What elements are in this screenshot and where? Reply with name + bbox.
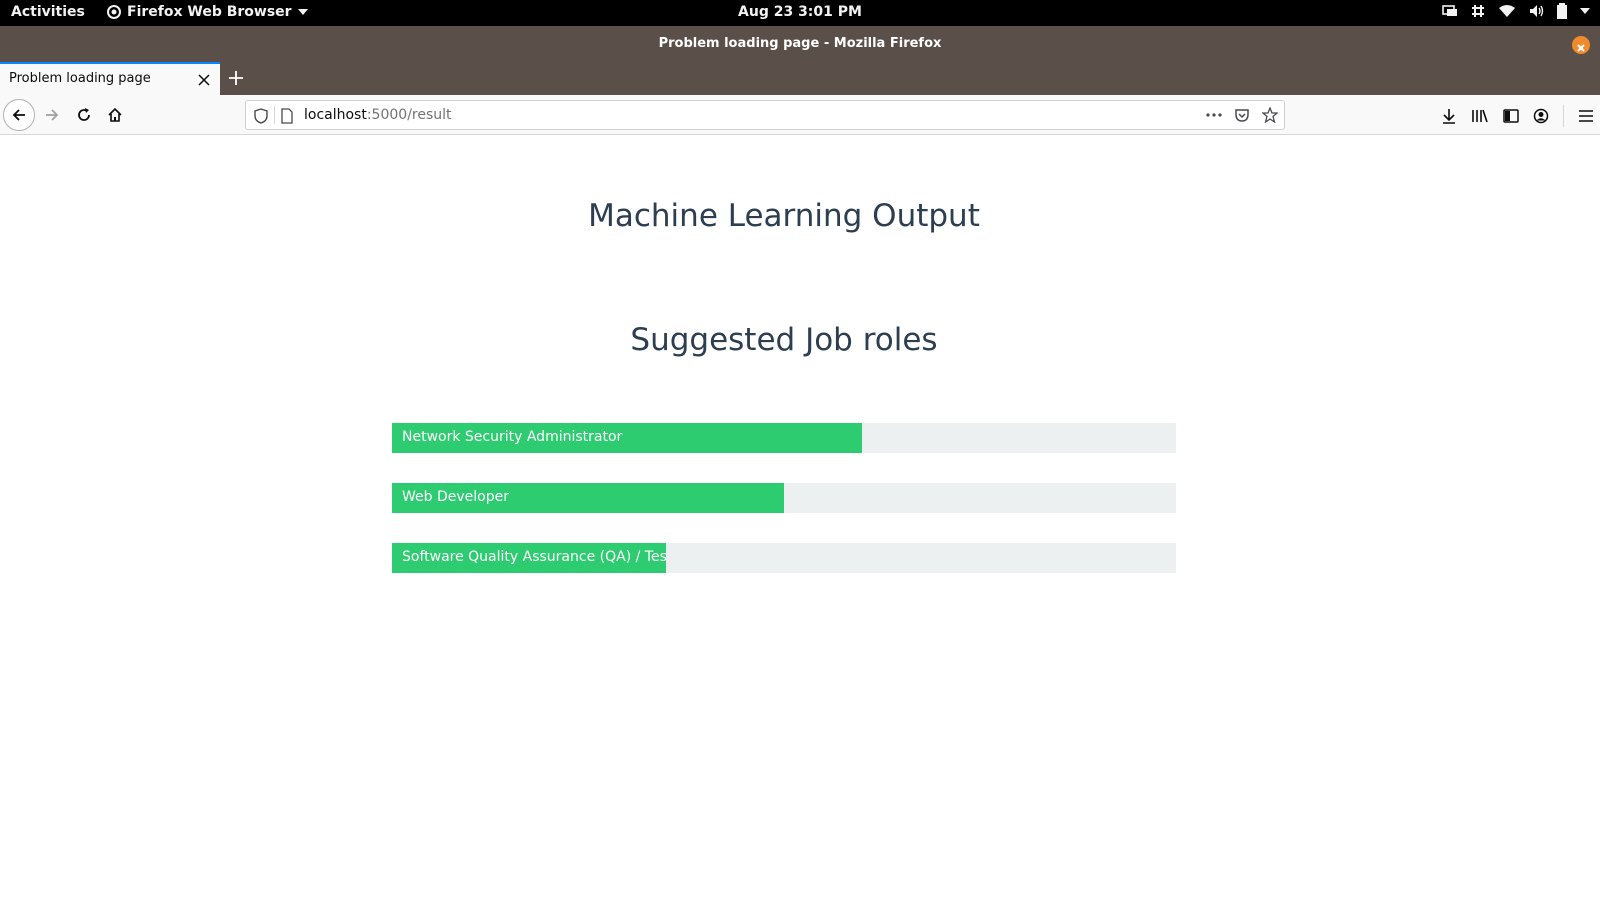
page-content: Machine Learning Output Suggested Job ro… [0,136,1600,900]
display-icon [1442,5,1457,16]
close-icon[interactable] [196,72,212,88]
progress-bar-track: Software Quality Assurance (QA) / Testin… [392,543,1176,573]
slack-icon [1472,5,1484,17]
page-title: Machine Learning Output [588,198,980,234]
progress-bar-label: Software Quality Assurance (QA) / Testin… [402,549,667,565]
progress-bar-fill: Network Security Administrator [392,423,863,453]
chevron-down-icon [297,9,308,15]
url-path: :5000/result [366,107,452,123]
tab-problem-loading-page[interactable]: Problem loading page [0,62,220,95]
url-host: localhost [304,107,367,123]
battery-icon [1557,3,1567,19]
sidebar-icon[interactable] [1503,108,1519,124]
window-title-bar: Problem loading page - Mozilla Firefox [0,26,1600,62]
back-arrow-icon [12,109,25,121]
system-tray[interactable] [1442,3,1590,19]
tracking-protection-shield-icon[interactable] [254,108,268,124]
page-info-icon[interactable] [281,108,293,124]
app-menu-label: Firefox Web Browser [127,4,292,20]
library-icon[interactable] [1471,108,1489,124]
job-roles-list: Network Security Administrator Web Devel… [392,423,1176,603]
app-menu[interactable]: Firefox Web Browser [107,4,308,20]
progress-bar-track: Network Security Administrator [392,423,1176,453]
volume-icon [1530,5,1544,17]
reload-button[interactable] [68,99,100,131]
hamburger-menu-icon[interactable] [1578,109,1594,123]
progress-bar-track: Web Developer [392,483,1176,513]
new-tab-plus-icon[interactable] [228,70,244,86]
progress-bar-label: Network Security Administrator [402,429,623,445]
section-title: Suggested Job roles [630,322,938,358]
firefox-icon [107,5,121,19]
tab-strip: Problem loading page [0,62,1600,95]
account-icon[interactable] [1533,108,1549,124]
forward-arrow-icon [46,109,59,121]
pocket-icon[interactable] [1234,107,1250,123]
tab-label: Problem loading page [9,71,151,86]
close-icon [1577,44,1585,52]
progress-bar-fill: Web Developer [392,483,784,513]
activities-button[interactable]: Activities [11,4,85,20]
downloads-icon[interactable] [1441,108,1457,124]
window-close-button[interactable] [1572,36,1590,54]
url-bar[interactable]: localhost:5000/result [245,100,1285,130]
toolbar-divider [1563,105,1564,127]
reload-icon [78,108,90,121]
home-icon [108,107,122,122]
url-text[interactable]: localhost:5000/result [304,107,452,123]
back-button[interactable] [3,99,35,131]
more-actions-icon[interactable] [1206,113,1222,117]
forward-button[interactable] [36,99,68,131]
system-top-bar: Activities Firefox Web Browser Aug 23 3:… [0,0,1600,26]
progress-bar-label: Web Developer [402,489,509,505]
url-bar-separator [274,106,275,124]
clock[interactable]: Aug 23 3:01 PM [738,4,862,20]
window-title: Problem loading page - Mozilla Firefox [658,36,942,51]
progress-bar-fill: Software Quality Assurance (QA) / Testin… [392,543,667,573]
wifi-icon [1499,5,1515,17]
chevron-down-icon [1580,8,1590,14]
navigation-toolbar: localhost:5000/result [0,95,1600,135]
bookmark-star-icon[interactable] [1262,107,1278,123]
home-button[interactable] [99,99,131,131]
